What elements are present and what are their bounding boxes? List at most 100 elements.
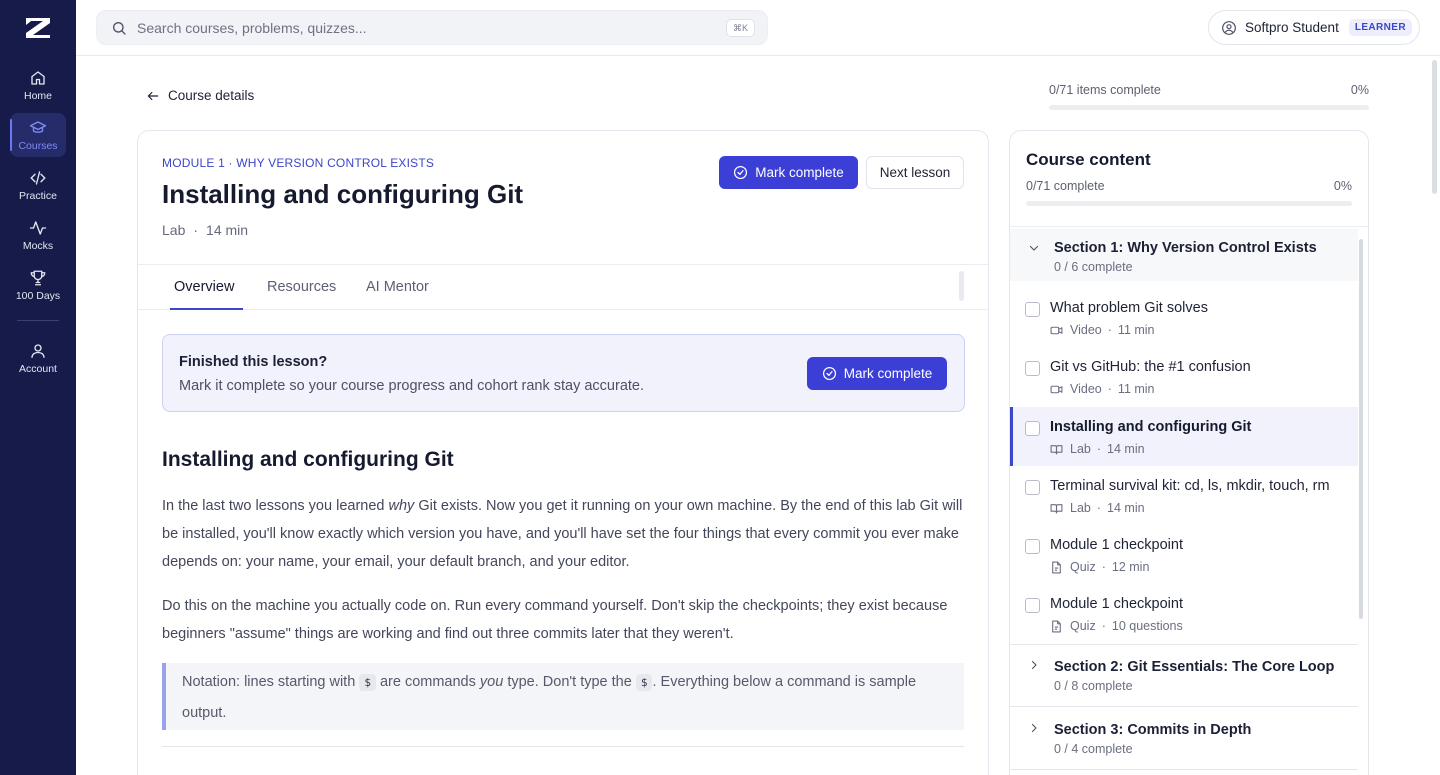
- section-1-header[interactable]: Section 1: Why Version Control Exists 0 …: [1010, 229, 1358, 281]
- lesson-item[interactable]: Module 1 checkpoint Quiz · 12 min: [1010, 525, 1358, 584]
- lesson-checkbox[interactable]: [1025, 539, 1040, 554]
- back-to-course-details-link[interactable]: Course details: [146, 88, 254, 103]
- overall-progress: 0/71 items complete 0%: [1049, 83, 1369, 110]
- notation-callout: Notation: lines starting with $ are comm…: [162, 663, 964, 730]
- code-icon: [30, 170, 46, 185]
- lesson-card: MODULE 1 · WHY VERSION CONTROL EXISTS In…: [137, 130, 989, 775]
- section-1-title: Section 1: Why Version Control Exists: [1054, 240, 1317, 256]
- content-divider: [162, 746, 964, 747]
- mark-complete-button[interactable]: Mark complete: [719, 156, 858, 189]
- nav-practice[interactable]: Practice: [10, 163, 66, 207]
- section-2-title: Section 2: Git Essentials: The Core Loop: [1054, 659, 1335, 675]
- user-icon: [31, 343, 45, 358]
- course-content-panel: Course content 0/71 complete 0% Section …: [1009, 130, 1369, 775]
- panel-divider: [1010, 226, 1368, 227]
- lesson-module-label: MODULE 1 · WHY VERSION CONTROL EXISTS: [162, 156, 435, 170]
- tab-resources[interactable]: Resources: [267, 279, 336, 295]
- lesson-title: Installing and configuring Git: [162, 179, 524, 209]
- nav-home[interactable]: Home: [10, 63, 66, 107]
- course-content-progress: 0/71 complete 0%: [1026, 179, 1352, 206]
- nav-100-days-label: 100 Days: [15, 289, 61, 302]
- check-circle-icon: [822, 366, 836, 381]
- section-2-progress: 0 / 8 complete: [1054, 679, 1133, 693]
- lesson-type: Lab: [162, 222, 186, 238]
- trophy-icon: [30, 270, 46, 285]
- tab-overview[interactable]: Overview: [174, 279, 234, 295]
- brand-logo-icon[interactable]: [23, 16, 53, 40]
- lesson-item-meta: Video · 11 min: [1050, 382, 1155, 396]
- lesson-item[interactable]: Module 1 checkpoint Quiz · 10 questions: [1010, 584, 1358, 643]
- lesson-item-meta: Quiz · 12 min: [1050, 560, 1149, 574]
- content-paragraph-1: In the last two lessons you learned why …: [162, 498, 963, 570]
- notice-mark-complete-label: Mark complete: [843, 366, 933, 381]
- lesson-checkbox[interactable]: [1025, 598, 1040, 613]
- section-2-header[interactable]: Section 2: Git Essentials: The Core Loop…: [1010, 645, 1358, 707]
- lesson-checkbox[interactable]: [1025, 361, 1040, 376]
- back-link-label: Course details: [168, 88, 255, 103]
- lesson-item-meta: Quiz · 10 questions: [1050, 619, 1183, 633]
- nav-courses[interactable]: Courses: [10, 113, 66, 157]
- lesson-duration: 14 min: [206, 222, 249, 238]
- nav-practice-label: Practice: [19, 189, 57, 202]
- lesson-checkbox[interactable]: [1025, 480, 1040, 495]
- nav-100-days[interactable]: 100 Days: [10, 263, 66, 307]
- course-content-scrollbar[interactable]: [1359, 239, 1363, 619]
- code-dollar-2: $: [635, 674, 653, 691]
- arrow-left-icon: [147, 91, 159, 100]
- active-tab-indicator: [170, 308, 243, 310]
- notice-text: Mark it complete so your course progress…: [179, 378, 645, 394]
- lesson-checkbox[interactable]: [1025, 421, 1040, 436]
- courses-icon: [29, 120, 47, 133]
- course-progress-label: 0/71 complete: [1026, 179, 1105, 193]
- lesson-item-title: Installing and configuring Git: [1050, 419, 1252, 435]
- code-dollar-1: $: [359, 674, 376, 691]
- lesson-item[interactable]: Terminal survival kit: cd, ls, mkdir, to…: [1010, 466, 1358, 525]
- lesson-meta: Lab · 14 min: [162, 222, 249, 238]
- tabs-scrollbar[interactable]: [959, 271, 964, 301]
- section-3-title: Section 3: Commits in Depth: [1054, 722, 1252, 738]
- lesson-item-title: Git vs GitHub: the #1 confusion: [1050, 359, 1251, 375]
- top-bar: Search courses, problems, quizzes... ⌘K …: [76, 0, 1440, 56]
- user-circle-icon: [1222, 20, 1236, 35]
- notice-title: Finished this lesson?: [179, 354, 328, 370]
- lesson-checkbox[interactable]: [1025, 302, 1040, 317]
- lesson-item-title: Module 1 checkpoint: [1050, 537, 1183, 553]
- chevron-right-icon: [1031, 723, 1037, 733]
- lesson-tabs: Overview Resources AI Mentor: [138, 264, 988, 310]
- chevron-down-icon: [1029, 245, 1039, 251]
- video-icon: [1050, 385, 1063, 393]
- course-progress-percent: 0%: [1333, 179, 1352, 193]
- lab-icon: [1050, 444, 1063, 454]
- lab-icon: [1050, 503, 1063, 513]
- lesson-item-title: What problem Git solves: [1050, 300, 1208, 316]
- user-menu-button[interactable]: Softpro Student LEARNER: [1208, 10, 1420, 45]
- overall-progress-percent: 0%: [1350, 83, 1369, 97]
- nav-account[interactable]: Account: [10, 336, 66, 380]
- notice-mark-complete-button[interactable]: Mark complete: [807, 357, 947, 390]
- section-3-header[interactable]: Section 3: Commits in Depth 0 / 4 comple…: [1010, 708, 1358, 770]
- search-shortcut-badge: ⌘K: [725, 19, 755, 37]
- search-placeholder: Search courses, problems, quizzes...: [137, 19, 367, 36]
- tab-ai-mentor[interactable]: AI Mentor: [366, 279, 429, 295]
- search-icon: [113, 21, 126, 35]
- search-input[interactable]: Search courses, problems, quizzes... ⌘K: [96, 10, 768, 45]
- overall-progress-bar: [1049, 105, 1369, 110]
- lesson-item-title: Module 1 checkpoint: [1050, 596, 1183, 612]
- lesson-item-meta: Lab · 14 min: [1050, 501, 1145, 515]
- course-progress-bar: [1026, 201, 1352, 206]
- lesson-item[interactable]: What problem Git solves Video · 11 min: [1010, 288, 1358, 347]
- check-circle-icon: [734, 165, 748, 180]
- course-content-title: Course content: [1026, 150, 1151, 169]
- page-scrollbar[interactable]: [1432, 60, 1437, 194]
- section-divider: [1010, 706, 1358, 707]
- role-badge: LEARNER: [1348, 19, 1412, 36]
- lesson-item[interactable]: Git vs GitHub: the #1 confusion Video · 11…: [1010, 347, 1358, 406]
- nav-mocks[interactable]: Mocks: [10, 213, 66, 257]
- section-1-progress: 0 / 6 complete: [1054, 260, 1133, 274]
- lesson-item-current[interactable]: Installing and configuring Git Lab · 14 mi…: [1010, 407, 1358, 466]
- content-paragraph-2: Do this on the machine you actually code…: [162, 598, 948, 642]
- next-lesson-button[interactable]: Next lesson: [866, 156, 964, 189]
- nav-home-label: Home: [23, 89, 52, 102]
- home-icon: [31, 70, 45, 85]
- user-name: Softpro Student: [1245, 20, 1339, 35]
